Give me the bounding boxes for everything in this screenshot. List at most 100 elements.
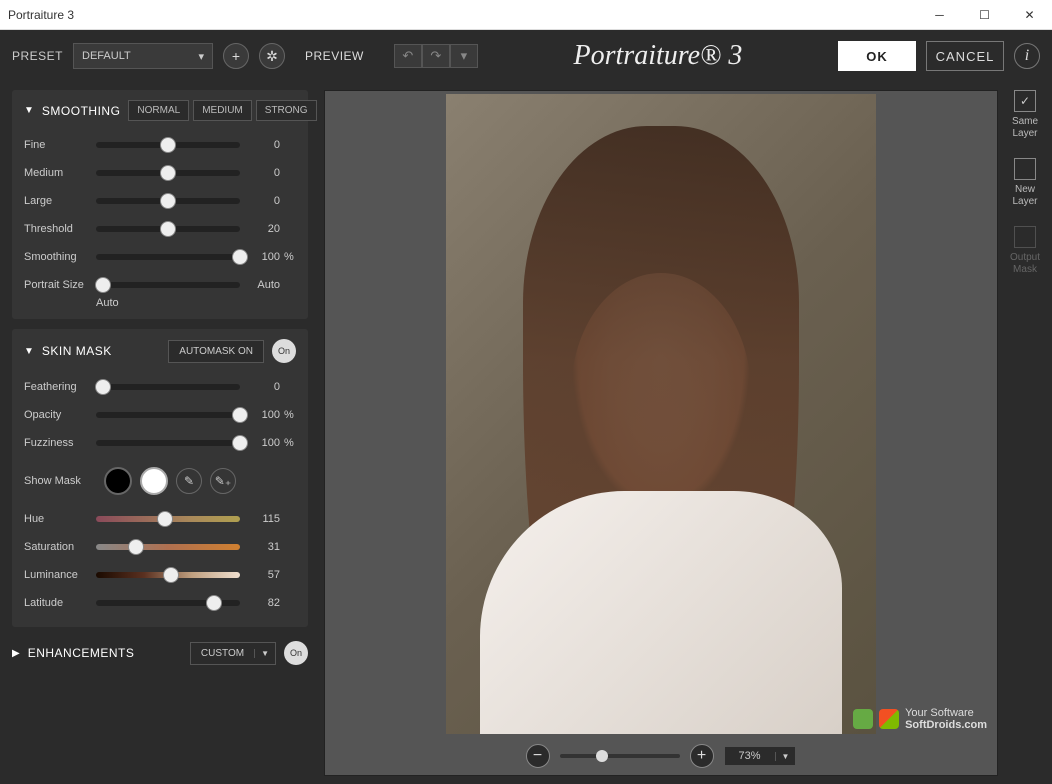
slider-thumb[interactable] <box>95 277 111 293</box>
eyedropper-icon: ✎ <box>184 474 194 488</box>
smoothing-section: ▼ SMOOTHING NORMAL MEDIUM STRONG Fine 0 … <box>12 90 308 319</box>
checkbox-icon <box>1014 226 1036 248</box>
smoothing-title: SMOOTHING <box>42 104 121 118</box>
skinmask-slider-luminance: Luminance 57 <box>24 561 296 589</box>
slider-track[interactable] <box>96 226 240 232</box>
slider-label: Hue <box>24 513 96 525</box>
slider-value: 115 <box>252 513 280 525</box>
slider-thumb[interactable] <box>232 249 248 265</box>
slider-label: Opacity <box>24 409 96 421</box>
level-medium-button[interactable]: MEDIUM <box>193 100 252 121</box>
watermark-line2: SoftDroids.com <box>905 719 987 731</box>
zoom-thumb[interactable] <box>596 750 608 762</box>
slider-thumb[interactable] <box>206 595 222 611</box>
slider-track[interactable] <box>96 440 240 446</box>
skinmask-slider-fuzziness: Fuzziness 100 % <box>24 429 296 457</box>
slider-value: 0 <box>252 195 280 207</box>
history-dropdown[interactable]: ▾ <box>450 44 478 68</box>
slider-value: 0 <box>252 139 280 151</box>
slider-thumb[interactable] <box>160 221 176 237</box>
slider-value: 0 <box>252 381 280 393</box>
ok-button[interactable]: OK <box>838 41 916 71</box>
slider-track[interactable] <box>96 384 240 390</box>
slider-thumb[interactable] <box>160 137 176 153</box>
slider-track[interactable] <box>96 572 240 578</box>
slider-thumb[interactable] <box>160 165 176 181</box>
slider-value: 100 <box>252 437 280 449</box>
level-normal-button[interactable]: NORMAL <box>128 100 189 121</box>
slider-thumb[interactable] <box>232 435 248 451</box>
automask-button[interactable]: AUTOMASK ON <box>168 340 264 363</box>
portrait-image <box>446 94 876 734</box>
maximize-button[interactable]: ☐ <box>962 0 1007 30</box>
smoothing-slider-fine: Fine 0 <box>24 131 296 159</box>
collapse-icon[interactable]: ▼ <box>24 346 34 357</box>
preset-settings-button[interactable]: ✲ <box>259 43 285 69</box>
slider-track[interactable] <box>96 254 240 260</box>
gear-icon: ✲ <box>266 48 278 65</box>
preview-canvas[interactable]: Your Software SoftDroids.com <box>325 91 997 737</box>
enhancements-on-toggle[interactable]: On <box>284 641 308 665</box>
undo-button[interactable]: ↶ <box>394 44 422 68</box>
skinmask-slider-feathering: Feathering 0 <box>24 373 296 401</box>
slider-track[interactable] <box>96 516 240 522</box>
slider-value: Auto <box>252 279 280 291</box>
slider-thumb[interactable] <box>163 567 179 583</box>
zoom-out-button[interactable]: − <box>526 744 550 768</box>
slider-track[interactable] <box>96 170 240 176</box>
skinmask-slider-hue: Hue 115 <box>24 505 296 533</box>
close-button[interactable]: ✕ <box>1007 0 1052 30</box>
preset-label: PRESET <box>12 49 63 63</box>
eyedropper-plus-icon: ✎₊ <box>215 474 231 488</box>
slider-value: 0 <box>252 167 280 179</box>
smoothing-slider-portrait size: Portrait Size Auto <box>24 271 296 299</box>
slider-track[interactable] <box>96 600 240 606</box>
slider-label: Portrait Size <box>24 279 96 291</box>
slider-label: Feathering <box>24 381 96 393</box>
zoom-slider[interactable] <box>560 754 680 758</box>
same-layer-option[interactable]: ✓ Same Layer <box>1002 90 1048 140</box>
enhancements-title: ENHANCEMENTS <box>28 646 182 660</box>
slider-label: Medium <box>24 167 96 179</box>
slider-track[interactable] <box>96 412 240 418</box>
slider-value: 100 <box>252 251 280 263</box>
new-layer-label: New Layer <box>1002 184 1048 208</box>
slider-thumb[interactable] <box>128 539 144 555</box>
slider-track[interactable] <box>96 142 240 148</box>
eyedropper-add-button[interactable]: ✎₊ <box>210 468 236 494</box>
slider-track[interactable] <box>96 544 240 550</box>
preset-dropdown[interactable]: DEFAULT ▾ <box>73 43 213 69</box>
skinmask-slider-latitude: Latitude 82 <box>24 589 296 617</box>
slider-value: 20 <box>252 223 280 235</box>
enhancements-mode-dropdown[interactable]: CUSTOM ▼ <box>190 642 276 665</box>
collapse-icon[interactable]: ▼ <box>24 105 34 116</box>
add-preset-button[interactable]: + <box>223 43 249 69</box>
minimize-button[interactable]: ─ <box>917 0 962 30</box>
slider-thumb[interactable] <box>95 379 111 395</box>
zoom-in-button[interactable]: + <box>690 744 714 768</box>
smoothing-slider-medium: Medium 0 <box>24 159 296 187</box>
slider-track[interactable] <box>96 198 240 204</box>
checkbox-icon <box>1014 158 1036 180</box>
slider-unit: % <box>280 409 296 421</box>
redo-button[interactable]: ↷ <box>422 44 450 68</box>
slider-thumb[interactable] <box>232 407 248 423</box>
cancel-button[interactable]: CANCEL <box>926 41 1004 71</box>
zoom-percent-value: 73% <box>725 750 775 762</box>
output-mask-option[interactable]: Output Mask <box>1002 226 1048 276</box>
new-layer-option[interactable]: New Layer <box>1002 158 1048 208</box>
zoom-percent-dropdown[interactable]: 73% ▼ <box>724 746 797 766</box>
skinmask-on-toggle[interactable]: On <box>272 339 296 363</box>
slider-thumb[interactable] <box>160 193 176 209</box>
slider-label: Luminance <box>24 569 96 581</box>
output-panel: ✓ Same Layer New Layer Output Mask <box>998 82 1052 784</box>
expand-icon[interactable]: ▶ <box>12 648 20 659</box>
slider-track[interactable] <box>96 282 240 288</box>
mask-color-black[interactable] <box>104 467 132 495</box>
eyedropper-button[interactable]: ✎ <box>176 468 202 494</box>
show-mask-label: Show Mask <box>24 475 96 487</box>
level-strong-button[interactable]: STRONG <box>256 100 317 121</box>
slider-thumb[interactable] <box>157 511 173 527</box>
mask-color-white[interactable] <box>140 467 168 495</box>
info-button[interactable]: i <box>1014 43 1040 69</box>
